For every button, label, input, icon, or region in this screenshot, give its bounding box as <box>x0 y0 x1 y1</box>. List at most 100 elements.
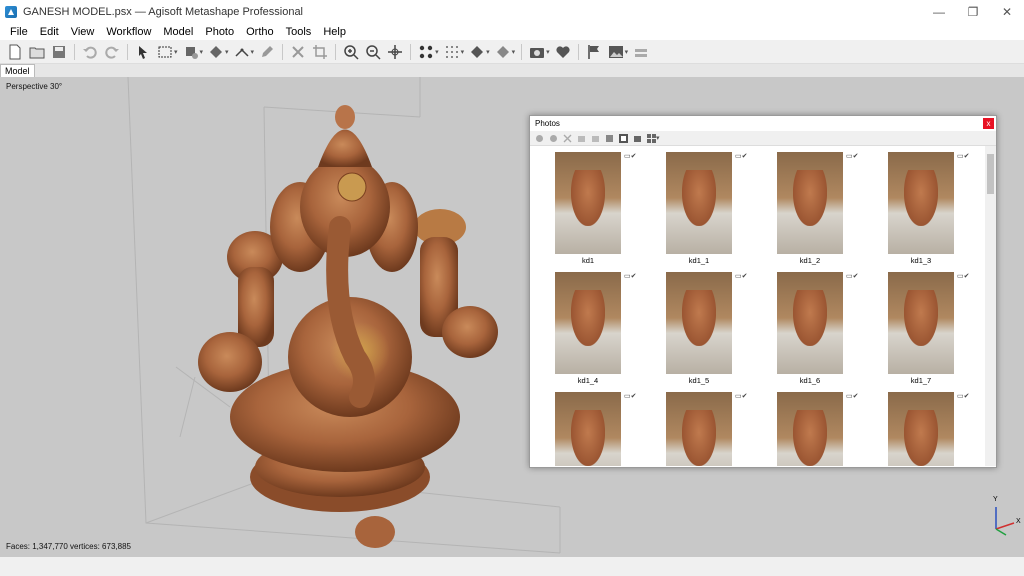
flag-icon[interactable] <box>584 42 604 62</box>
rotate-right-icon[interactable] <box>589 132 601 144</box>
zoom-in-icon[interactable] <box>341 42 361 62</box>
toolbar-separator <box>335 43 337 60</box>
photos-panel-title-bar[interactable]: Photos x <box>530 116 996 131</box>
heart-icon[interactable] <box>553 42 573 62</box>
photo-thumbnail[interactable]: ▭✔ <box>641 386 751 466</box>
camera-small-icon[interactable] <box>631 132 643 144</box>
pencil-icon[interactable] <box>257 42 277 62</box>
close-button[interactable]: ✕ <box>990 0 1024 24</box>
photos-panel: Photos x ▾ ▭✔ kd1 ▭✔ kd1_1 ▭✔ kd1_2 ▭✔ k… <box>529 115 997 468</box>
photos-panel-title: Photos <box>535 119 560 128</box>
photo-icon[interactable] <box>606 42 626 62</box>
camera-check-icon: ▭✔ <box>735 393 748 400</box>
camera-check-icon: ▭✔ <box>735 153 748 160</box>
open-folder-icon[interactable] <box>27 42 47 62</box>
image-icon[interactable] <box>617 132 629 144</box>
toolbar-separator <box>127 43 128 60</box>
chevron-down-icon[interactable]: ▾ <box>656 134 660 142</box>
crop-icon[interactable] <box>310 42 330 62</box>
main-toolbar: ▾ ▾ ▾ ▾ ▾ ▾ ▾ ▾ ▾ ▾ <box>0 40 1024 64</box>
shape-alt-icon[interactable] <box>493 42 513 62</box>
statue-in-photo <box>571 170 605 226</box>
photo-label: kd1_6 <box>799 376 821 385</box>
photo-image <box>888 152 954 254</box>
navigate-icon[interactable] <box>385 42 405 62</box>
camera-check-icon: ▭✔ <box>624 153 637 160</box>
photo-thumbnail[interactable]: ▭✔ kd1_4 <box>530 266 640 386</box>
chevron-down-icon[interactable]: ▾ <box>251 48 255 56</box>
photo-label: kd1_1 <box>688 256 710 265</box>
photo-thumbnail[interactable]: ▭✔ <box>752 386 862 466</box>
menu-workflow[interactable]: Workflow <box>100 26 157 38</box>
statue-in-photo <box>904 170 938 226</box>
menu-photo[interactable]: Photo <box>199 26 240 38</box>
photos-panel-close-button[interactable]: x <box>983 118 994 129</box>
rotate-left-icon[interactable] <box>575 132 587 144</box>
photo-label: kd1_3 <box>910 256 932 265</box>
zoom-out-icon[interactable] <box>363 42 383 62</box>
shape-icon[interactable] <box>467 42 487 62</box>
fill-icon[interactable] <box>206 42 226 62</box>
menu-tools[interactable]: Tools <box>280 26 318 38</box>
photo-thumbnail[interactable]: ▭✔ kd1_3 <box>863 146 973 266</box>
ruler-icon[interactable] <box>232 42 252 62</box>
pointer-icon[interactable] <box>133 42 153 62</box>
chevron-down-icon[interactable]: ▾ <box>512 48 516 56</box>
stack-icon[interactable] <box>631 42 651 62</box>
enable-camera-icon[interactable] <box>533 132 545 144</box>
axis-indicator <box>995 507 1015 536</box>
photo-thumbnail[interactable]: ▭✔ kd1_5 <box>641 266 751 386</box>
menu-ortho[interactable]: Ortho <box>240 26 280 38</box>
menu-view[interactable]: View <box>65 26 101 38</box>
rect-select-icon[interactable] <box>155 42 175 62</box>
photo-thumbnail[interactable]: ▭✔ kd1 <box>530 146 640 266</box>
camera-check-icon: ▭✔ <box>624 393 637 400</box>
undo-icon[interactable] <box>80 42 100 62</box>
mask-icon[interactable] <box>603 132 615 144</box>
points-icon[interactable] <box>416 42 436 62</box>
menu-model[interactable]: Model <box>157 26 199 38</box>
minimize-button[interactable]: — <box>922 0 956 24</box>
statue-in-photo <box>571 410 605 466</box>
photo-image <box>777 272 843 374</box>
camera-check-icon: ▭✔ <box>846 273 859 280</box>
photos-scrollbar[interactable] <box>985 146 996 466</box>
scrollbar-thumb[interactable] <box>987 154 994 194</box>
photo-thumbnail[interactable]: ▭✔ kd1_2 <box>752 146 862 266</box>
paint-icon[interactable] <box>181 42 201 62</box>
save-icon[interactable] <box>49 42 69 62</box>
statue-in-photo <box>904 290 938 346</box>
new-file-icon[interactable] <box>5 42 25 62</box>
menu-help[interactable]: Help <box>317 26 352 38</box>
toolbar-separator <box>521 43 523 60</box>
toolbar-separator <box>282 43 284 60</box>
chevron-down-icon[interactable]: ▾ <box>625 48 629 56</box>
chevron-down-icon[interactable]: ▾ <box>486 48 490 56</box>
photo-image <box>555 272 621 374</box>
camera-check-icon: ▭✔ <box>846 153 859 160</box>
dots-grid-icon[interactable] <box>442 42 462 62</box>
photo-thumbnail[interactable]: ▭✔ <box>863 386 973 466</box>
disable-camera-icon[interactable] <box>547 132 559 144</box>
tab-model[interactable]: Model <box>0 64 35 78</box>
maximize-button[interactable]: ❐ <box>956 0 990 24</box>
menu-file[interactable]: File <box>4 26 34 38</box>
camera-check-icon: ▭✔ <box>957 273 970 280</box>
menu-edit[interactable]: Edit <box>34 26 65 38</box>
photo-thumbnail[interactable]: ▭✔ <box>530 386 640 466</box>
delete-icon[interactable] <box>288 42 308 62</box>
chevron-down-icon[interactable]: ▾ <box>546 48 550 56</box>
chevron-down-icon[interactable]: ▾ <box>461 48 465 56</box>
chevron-down-icon[interactable]: ▾ <box>174 48 178 56</box>
statue-in-photo <box>904 410 938 466</box>
chevron-down-icon[interactable]: ▾ <box>200 48 204 56</box>
chevron-down-icon[interactable]: ▾ <box>435 48 439 56</box>
photo-thumbnail[interactable]: ▭✔ kd1_1 <box>641 146 751 266</box>
camera-icon[interactable] <box>527 42 547 62</box>
photo-thumbnail[interactable]: ▭✔ kd1_7 <box>863 266 973 386</box>
photo-thumbnail[interactable]: ▭✔ kd1_6 <box>752 266 862 386</box>
photo-image <box>555 392 621 466</box>
remove-camera-icon[interactable] <box>561 132 573 144</box>
redo-icon[interactable] <box>102 42 122 62</box>
chevron-down-icon[interactable]: ▾ <box>225 48 229 56</box>
